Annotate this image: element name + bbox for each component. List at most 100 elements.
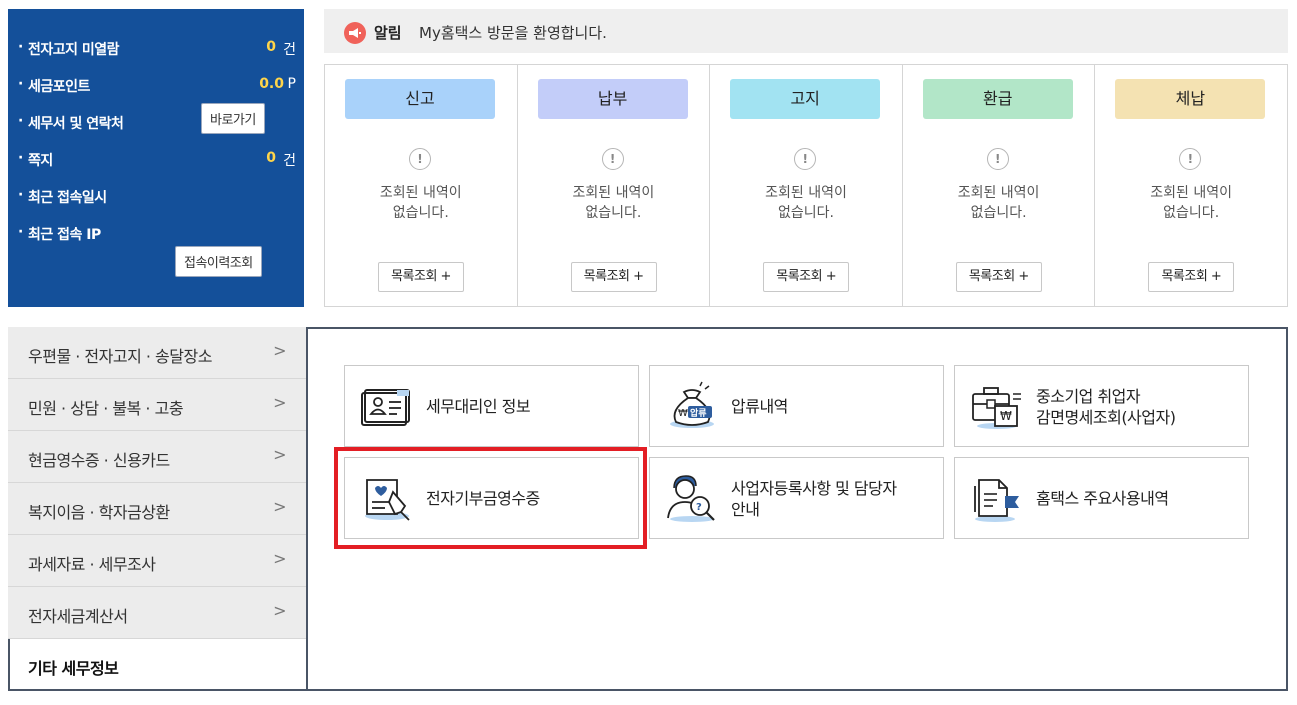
empty-message-line2: 없습니다. [777, 205, 834, 221]
last-ip-label: 최근 접속 IP [18, 224, 101, 244]
menu-item-label: 전자세금계산서 [28, 607, 128, 626]
status-header-payment[interactable]: 납부 [537, 79, 688, 119]
empty-message-line2: 없습니다. [1163, 205, 1220, 221]
notice-list-button[interactable]: 목록조회 + [763, 262, 850, 292]
info-alert-icon: ! [1179, 148, 1202, 170]
sme-employee-reduction-card[interactable]: ₩ 중소기업 취업자 감면명세조회(사업자) [954, 365, 1249, 447]
status-column-payment: 납부 ! 조회된 내역이 없습니다. 목록조회 + [518, 65, 711, 306]
status-summary-grid: 신고 ! 조회된 내역이 없습니다. 목록조회 + 납부 ! 조회된 내역이 없… [324, 64, 1288, 307]
tax-point-unit: P [287, 76, 296, 92]
empty-message-line2: 없습니다. [970, 205, 1027, 221]
sme-employee-label-line1: 중소기업 취업자 [1036, 387, 1141, 406]
empty-message-line1: 조회된 내역이 [379, 185, 462, 201]
menu-item-cash-receipt[interactable]: 현금영수증 · 신용카드 > [8, 431, 306, 483]
tax-point-value[interactable]: 0.0 [259, 76, 284, 92]
chevron-right-icon: > [273, 445, 286, 464]
login-history-button[interactable]: 접속이력조회 [175, 246, 262, 277]
menu-item-tax-data[interactable]: 과세자료 · 세무조사 > [8, 535, 306, 587]
side-menu: 우편물 · 전자고지 · 송달장소 > 민원 · 상담 · 불복 · 고충 > … [8, 327, 308, 691]
message-label: 쪽지 [18, 150, 53, 170]
tax-agent-info-label: 세무대리인 정보 [426, 397, 531, 416]
info-alert-icon: ! [794, 148, 817, 170]
arrears-list-button[interactable]: 목록조회 + [1148, 262, 1235, 292]
last-ip-row: 최근 접속 IP [8, 218, 304, 246]
svg-text:₩: ₩ [678, 408, 688, 419]
menu-item-label: 현금영수증 · 신용카드 [28, 451, 170, 470]
e-donation-receipt-label: 전자기부금영수증 [426, 489, 540, 508]
info-alert-icon: ! [601, 148, 624, 170]
info-alert-icon: ! [986, 148, 1009, 170]
status-column-report: 신고 ! 조회된 내역이 없습니다. 목록조회 + [325, 65, 518, 306]
business-registration-info-card[interactable]: ? 사업자등록사항 및 담당자 안내 [649, 457, 944, 539]
status-header-arrears[interactable]: 체납 [1115, 79, 1266, 119]
empty-message-line1: 조회된 내역이 [572, 185, 655, 201]
unread-notice-label: 전자고지 미열람 [18, 39, 120, 59]
won-symbol: ₩ [1000, 409, 1012, 423]
chevron-right-icon: > [273, 497, 286, 516]
notice-title: 알림 [374, 24, 402, 42]
seizure-history-card[interactable]: ₩ 압류 압류내역 [649, 365, 944, 447]
account-summary-panel: 전자고지 미열람 0 건 세금포인트 0.0 P 세무서 및 연락처 바로가기 … [8, 9, 304, 307]
tax-agent-info-card[interactable]: 세무대리인 정보 [344, 365, 639, 447]
chevron-right-icon: > [273, 341, 286, 360]
unread-notice-row: 전자고지 미열람 0 건 [8, 33, 304, 61]
empty-message-line2: 없습니다. [585, 205, 642, 221]
chevron-right-icon: > [273, 601, 286, 620]
menu-item-label: 기타 세무정보 [28, 659, 119, 678]
unread-notice-count[interactable]: 0 [266, 39, 276, 55]
briefcase-won-icon: ₩ [969, 380, 1025, 432]
tax-office-shortcut-button[interactable]: 바로가기 [201, 103, 265, 134]
menu-item-mail-notice[interactable]: 우편물 · 전자고지 · 송달장소 > [8, 327, 306, 379]
payment-list-button[interactable]: 목록조회 + [570, 262, 657, 292]
notice-message: My홈택스 방문을 환영합니다. [419, 24, 607, 42]
chevron-right-icon: > [273, 549, 286, 568]
message-unit: 건 [283, 153, 296, 169]
status-header-notice[interactable]: 고지 [730, 79, 881, 119]
id-card-icon [359, 380, 415, 432]
business-registration-label-line2: 안내 [731, 500, 760, 519]
menu-item-label: 민원 · 상담 · 불복 · 고충 [28, 399, 184, 418]
money-bag-icon: ₩ 압류 [664, 380, 720, 432]
menu-item-other-tax-info[interactable]: 기타 세무정보 [8, 639, 306, 691]
seizure-badge-text: 압류 [690, 409, 707, 419]
empty-message-line1: 조회된 내역이 [765, 185, 847, 201]
status-header-refund[interactable]: 환급 [922, 79, 1073, 119]
menu-item-label: 복지이음 · 학자금상환 [28, 503, 170, 522]
notice-bar: 알림 My홈택스 방문을 환영합니다. [324, 9, 1288, 53]
document-flag-icon [969, 472, 1025, 524]
last-login-row: 최근 접속일시 [8, 181, 304, 209]
report-list-button[interactable]: 목록조회 + [378, 262, 464, 292]
menu-item-welfare[interactable]: 복지이음 · 학자금상환 > [8, 483, 306, 535]
message-row: 쪽지 0 건 [8, 144, 304, 172]
svg-text:?: ? [696, 502, 702, 513]
sme-employee-label-line2: 감면명세조회(사업자) [1036, 408, 1176, 427]
empty-message-line1: 조회된 내역이 [1150, 185, 1233, 201]
unread-notice-unit: 건 [283, 42, 296, 58]
status-column-arrears: 체납 ! 조회된 내역이 없습니다. 목록조회 + [1095, 65, 1287, 306]
business-registration-label-line1: 사업자등록사항 및 담당자 [731, 479, 897, 498]
chevron-right-icon: > [273, 393, 286, 412]
message-count[interactable]: 0 [266, 150, 276, 166]
refund-list-button[interactable]: 목록조회 + [955, 262, 1042, 292]
megaphone-icon [344, 22, 366, 44]
status-column-notice: 고지 ! 조회된 내역이 없습니다. 목록조회 + [710, 65, 903, 306]
info-alert-icon: ! [409, 148, 431, 170]
menu-item-label: 과세자료 · 세무조사 [28, 555, 156, 574]
tax-point-row: 세금포인트 0.0 P [8, 70, 304, 98]
menu-item-label: 우편물 · 전자고지 · 송달장소 [28, 347, 212, 366]
empty-message-line2: 없습니다. [392, 205, 449, 221]
donation-receipt-icon [359, 472, 415, 524]
status-header-report[interactable]: 신고 [345, 79, 495, 119]
status-column-refund: 환급 ! 조회된 내역이 없습니다. 목록조회 + [903, 65, 1096, 306]
menu-item-civil-affairs[interactable]: 민원 · 상담 · 불복 · 고충 > [8, 379, 306, 431]
last-login-label: 최근 접속일시 [18, 187, 107, 207]
menu-item-e-invoice[interactable]: 전자세금계산서 > [8, 587, 306, 639]
tax-office-label: 세무서 및 연락처 [18, 113, 124, 133]
hometax-usage-history-card[interactable]: 홈택스 주요사용내역 [954, 457, 1249, 539]
tax-point-label: 세금포인트 [18, 76, 90, 96]
e-donation-receipt-card[interactable]: 전자기부금영수증 [344, 457, 639, 539]
hometax-usage-history-label: 홈택스 주요사용내역 [1036, 489, 1169, 508]
person-search-icon: ? [664, 472, 720, 524]
empty-message-line1: 조회된 내역이 [957, 185, 1040, 201]
seizure-history-label: 압류내역 [731, 397, 788, 416]
